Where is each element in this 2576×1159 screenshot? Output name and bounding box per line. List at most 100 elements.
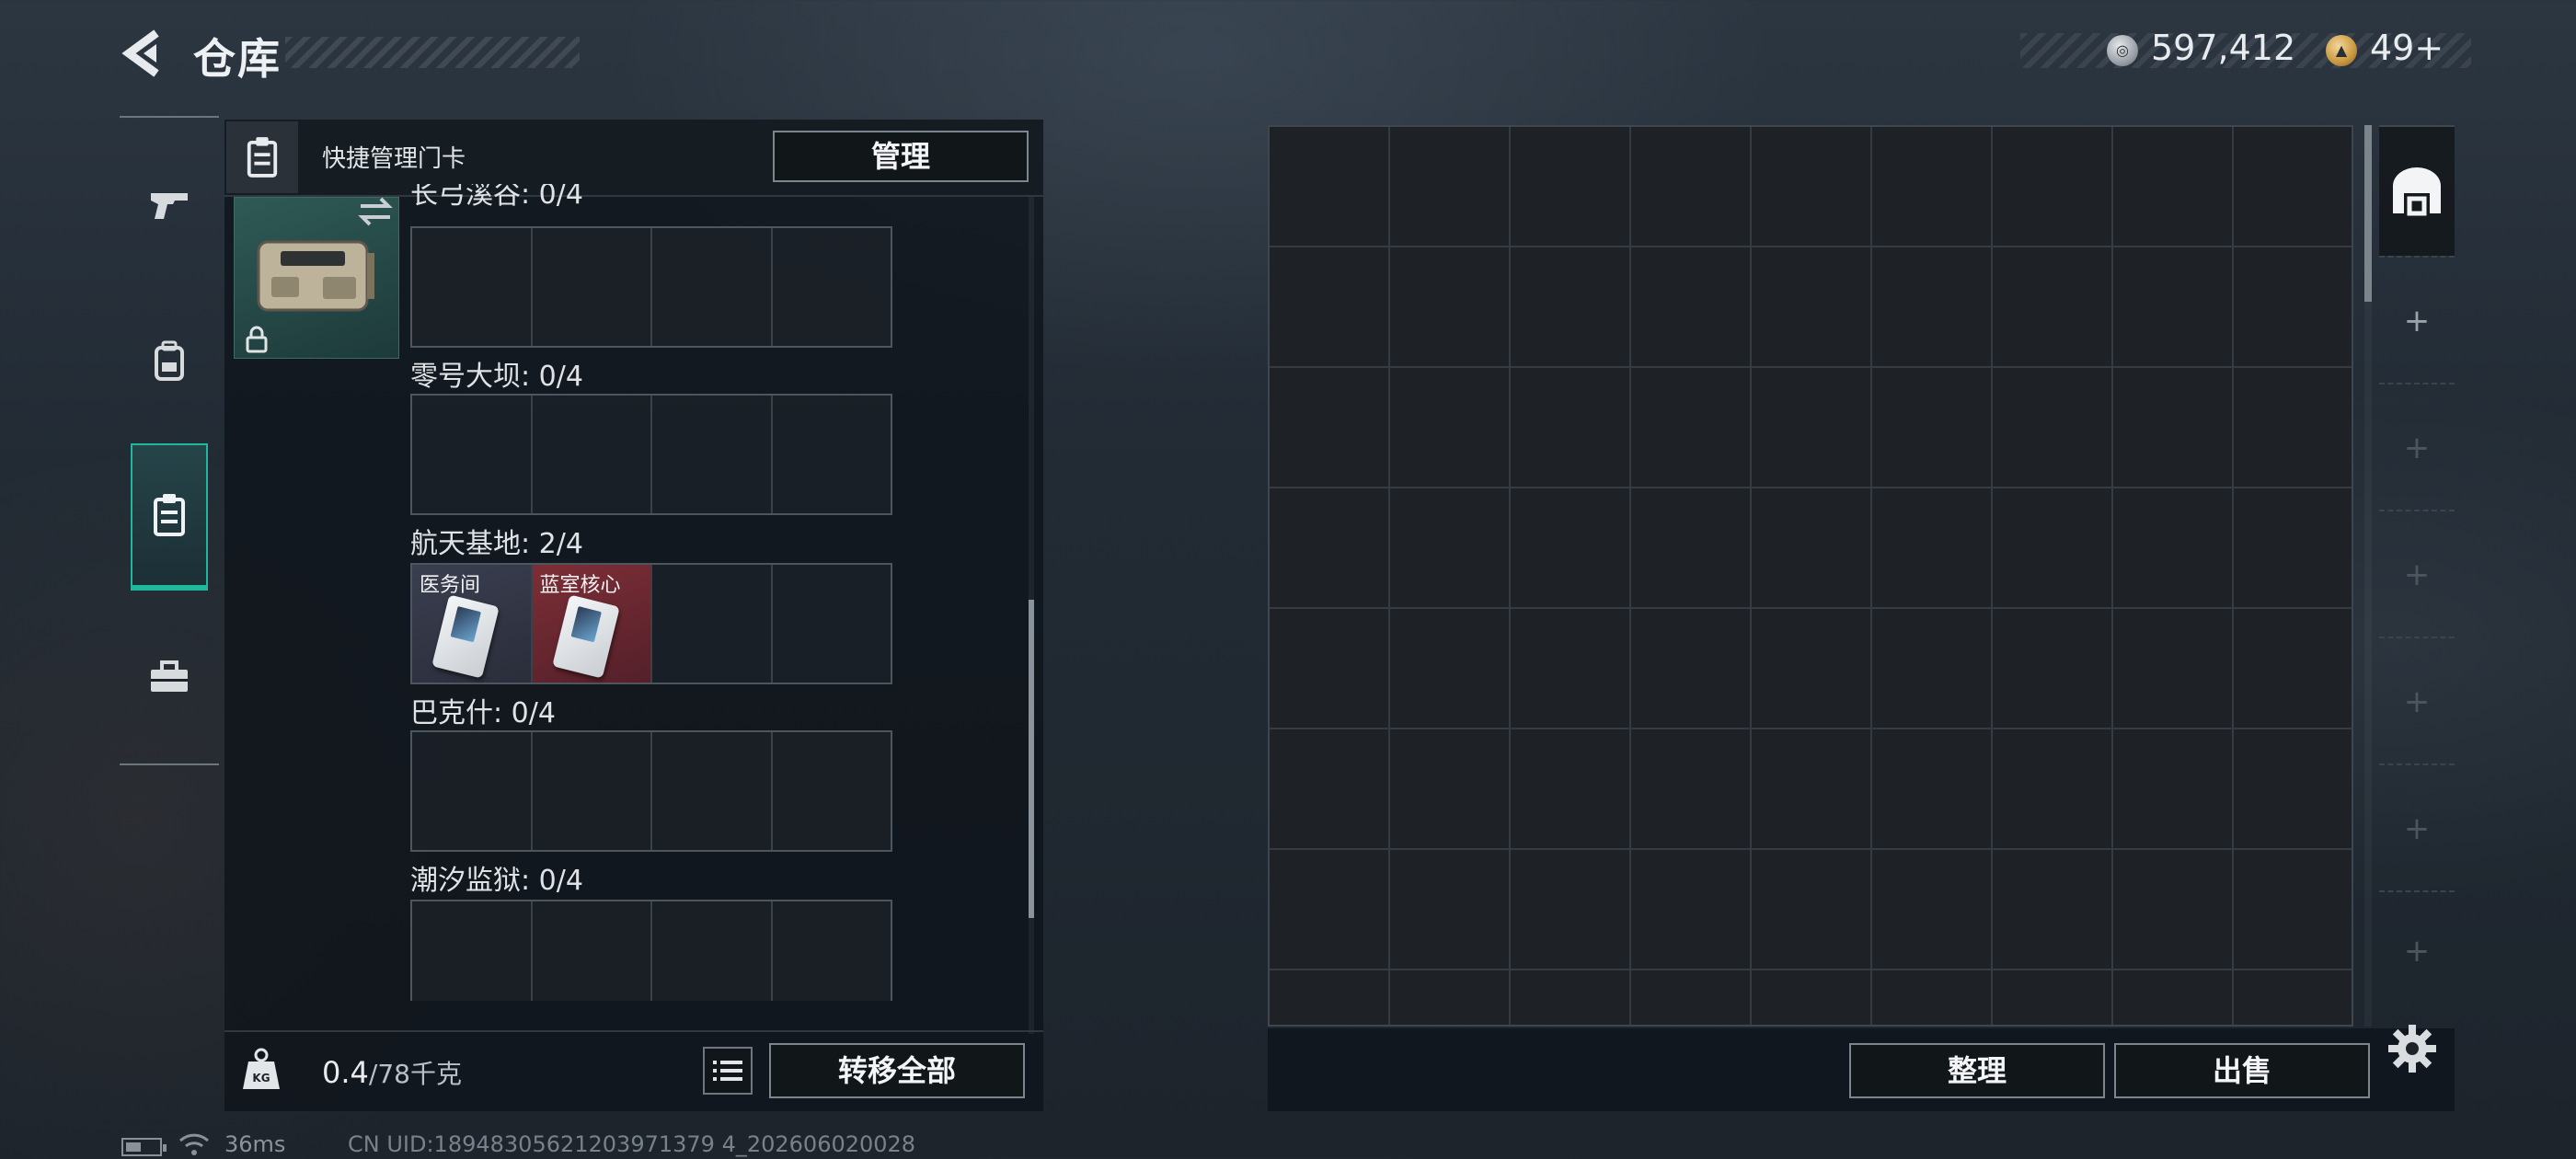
stash-cell[interactable]	[1993, 850, 2113, 970]
stash-cell[interactable]	[1752, 609, 1872, 729]
stash-cell[interactable]	[1511, 247, 1631, 368]
stash-cell[interactable]	[1390, 850, 1511, 970]
stash-cell[interactable]	[2234, 368, 2352, 488]
sell-button[interactable]: 出售	[2114, 1043, 2370, 1098]
stash-scrollbar-thumb[interactable]	[2364, 125, 2372, 302]
stash-cell[interactable]	[2113, 609, 2234, 729]
stash-cell[interactable]	[1390, 127, 1511, 247]
keycard-slot[interactable]	[652, 396, 773, 513]
stash-cell[interactable]	[1752, 368, 1872, 488]
stash-cell[interactable]	[1270, 970, 1390, 1025]
stash-cell[interactable]	[1752, 729, 1872, 850]
nav-backpack[interactable]	[131, 322, 208, 399]
stash-cell[interactable]	[1752, 970, 1872, 1025]
stash-cell[interactable]	[2234, 127, 2352, 247]
stash-cell[interactable]	[2234, 488, 2352, 609]
keycard-slot[interactable]	[652, 565, 773, 683]
stash-cell[interactable]	[1631, 609, 1752, 729]
keycard-slot[interactable]	[652, 732, 773, 850]
keycard-scrollbar-thumb[interactable]	[1029, 600, 1034, 918]
keycard-slot[interactable]	[773, 396, 891, 513]
add-tab-button[interactable]: +	[2379, 637, 2455, 763]
stash-cell[interactable]	[1511, 368, 1631, 488]
gold-currency-value[interactable]: 49+	[2370, 28, 2444, 68]
stash-cell[interactable]	[1872, 729, 1993, 850]
stash-cell[interactable]	[1270, 247, 1390, 368]
stash-cell[interactable]	[1390, 488, 1511, 609]
nav-toolbox[interactable]	[131, 638, 208, 716]
stash-cell[interactable]	[2113, 850, 2234, 970]
list-view-button[interactable]	[703, 1047, 753, 1095]
keycard-slot[interactable]	[652, 228, 773, 346]
stash-cell[interactable]	[2113, 729, 2234, 850]
keycard-slot[interactable]	[773, 565, 891, 683]
nav-weapons[interactable]	[131, 166, 208, 243]
stash-cell[interactable]	[1993, 127, 2113, 247]
stash-cell[interactable]	[1631, 729, 1752, 850]
stash-cell[interactable]	[2234, 609, 2352, 729]
keycard-slot[interactable]	[412, 396, 533, 513]
keycard-slot[interactable]	[533, 228, 652, 346]
keycard-slot[interactable]	[773, 228, 891, 346]
stash-cell[interactable]	[1993, 970, 2113, 1025]
keycard-slot-filled[interactable]: 医务间	[412, 565, 533, 683]
keycard-slot[interactable]	[412, 228, 533, 346]
sort-button[interactable]: 整理	[1849, 1043, 2105, 1098]
stash-cell[interactable]	[1511, 127, 1631, 247]
swap-icon[interactable]	[355, 193, 396, 230]
add-tab-button[interactable]: +	[2379, 256, 2455, 383]
stash-cell[interactable]	[1511, 850, 1631, 970]
keycard-slot-filled[interactable]: 蓝室核心	[532, 565, 652, 683]
add-tab-button[interactable]: +	[2379, 510, 2455, 637]
stash-cell[interactable]	[1872, 127, 1993, 247]
keycard-slot[interactable]	[773, 732, 891, 850]
stash-cell[interactable]	[2113, 970, 2234, 1025]
stash-cell[interactable]	[1390, 609, 1511, 729]
stash-cell[interactable]	[1511, 488, 1631, 609]
stash-cell[interactable]	[1752, 850, 1872, 970]
transfer-all-button[interactable]: 转移全部	[769, 1043, 1025, 1098]
nav-keycard-holder[interactable]	[131, 443, 208, 591]
stash-cell[interactable]	[1872, 368, 1993, 488]
stash-cell[interactable]	[1872, 488, 1993, 609]
back-button[interactable]	[120, 28, 166, 79]
stash-cell[interactable]	[1631, 247, 1752, 368]
stash-cell[interactable]	[2234, 970, 2352, 1025]
stash-cell[interactable]	[1270, 127, 1390, 247]
stash-cell[interactable]	[1631, 970, 1752, 1025]
stash-cell[interactable]	[1993, 368, 2113, 488]
stash-cell[interactable]	[1631, 127, 1752, 247]
stash-cell[interactable]	[1993, 609, 2113, 729]
stash-cell[interactable]	[1511, 970, 1631, 1025]
stash-cell[interactable]	[1631, 850, 1752, 970]
manage-button[interactable]: 管理	[773, 131, 1029, 182]
stash-cell[interactable]	[1993, 729, 2113, 850]
stash-cell[interactable]	[1752, 127, 1872, 247]
stash-cell[interactable]	[2234, 247, 2352, 368]
stash-cell[interactable]	[1872, 970, 1993, 1025]
stash-cell[interactable]	[1993, 247, 2113, 368]
stash-cell[interactable]	[2113, 488, 2234, 609]
stash-cell[interactable]	[1631, 488, 1752, 609]
stash-cell[interactable]	[1511, 729, 1631, 850]
keycard-slot[interactable]	[533, 396, 652, 513]
stash-cell[interactable]	[1270, 850, 1390, 970]
keycard-slot[interactable]	[412, 732, 533, 850]
stash-cell[interactable]	[2113, 127, 2234, 247]
keycard-slot[interactable]	[533, 732, 652, 850]
stash-cell[interactable]	[1270, 729, 1390, 850]
stash-cell[interactable]	[1631, 368, 1752, 488]
stash-cell[interactable]	[1872, 609, 1993, 729]
stash-cell[interactable]	[1390, 368, 1511, 488]
stash-cell[interactable]	[1752, 247, 1872, 368]
tab-main-warehouse[interactable]	[2379, 127, 2455, 256]
settings-button[interactable]	[2386, 1023, 2438, 1074]
stash-cell[interactable]	[1390, 729, 1511, 850]
stash-cell[interactable]	[1270, 609, 1390, 729]
stash-cell[interactable]	[1390, 970, 1511, 1025]
stash-cell[interactable]	[1872, 247, 1993, 368]
stash-cell[interactable]	[1752, 488, 1872, 609]
stash-cell[interactable]	[2113, 368, 2234, 488]
stash-cell[interactable]	[1993, 488, 2113, 609]
stash-cell[interactable]	[1270, 488, 1390, 609]
